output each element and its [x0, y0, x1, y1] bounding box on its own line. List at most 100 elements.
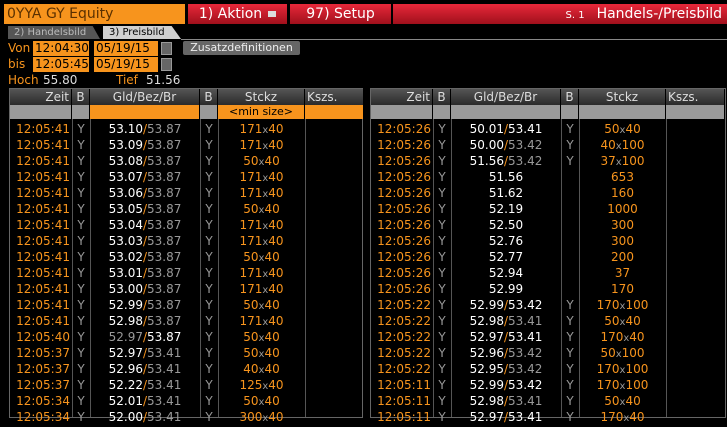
aktion-button[interactable]: 1) Aktion — [188, 4, 287, 24]
table-row[interactable]: 12:05:41 Y 53.03/53.87 Y 171x40 — [10, 233, 362, 249]
time-cell: 12:05:26 — [377, 122, 431, 136]
von-date-input[interactable]: 05/19/15 — [94, 41, 158, 56]
column-header-gld[interactable]: Gld/Bez/Br — [90, 89, 200, 105]
filter-gld[interactable] — [90, 105, 200, 119]
column-header-b[interactable]: B — [433, 89, 451, 105]
table-row[interactable]: 12:05:41 Y 53.05/53.87 Y 50x40 — [10, 201, 362, 217]
size-ask: 40 — [264, 330, 280, 344]
table-row[interactable]: 12:05:41 Y 53.00/53.87 Y 171x40 — [10, 281, 362, 297]
bid-price: 53.06 — [108, 186, 143, 200]
price-cell: 52.97/53.41 — [451, 329, 561, 345]
b-cell: Y — [438, 154, 446, 168]
filter-stckz[interactable]: <min size> — [218, 105, 305, 119]
filter-zeit[interactable] — [10, 105, 72, 119]
bid-price: 52.99 — [108, 298, 143, 312]
bid-price: 53.05 — [108, 202, 143, 216]
bis-time-input[interactable]: 12:05:45 — [33, 57, 89, 72]
size-bid: 50 — [243, 154, 259, 168]
table-row[interactable]: 12:05:26 Y 52.77 200 — [371, 249, 725, 265]
table-row[interactable]: 12:05:37 Y 52.22/53.41 Y 125x40 — [10, 377, 362, 393]
von-time-input[interactable]: 12:04:30 — [33, 41, 89, 56]
table-row[interactable]: 12:05:26 Y 52.50 300 — [371, 217, 725, 233]
zusatzdefinitionen-button[interactable]: Zusatzdefinitionen — [183, 41, 300, 55]
table-row[interactable]: 12:05:41 Y 53.10/53.87 Y 171x40 — [10, 121, 362, 137]
filter-b2[interactable] — [561, 105, 579, 119]
table-row[interactable]: 12:05:26 Y 52.94 37 — [371, 265, 725, 281]
table-row[interactable]: 12:05:34 Y 52.01/53.41 Y 50x40 — [10, 393, 362, 409]
tab-handelsbild[interactable]: 2) Handelsbild — [8, 26, 100, 39]
column-header-b2[interactable]: B — [561, 89, 579, 105]
b-cell: Y — [77, 250, 85, 264]
calendar-icon[interactable] — [161, 58, 172, 71]
filter-b2[interactable] — [200, 105, 218, 119]
trade-price: 52.50 — [488, 218, 524, 232]
b2-cell: Y — [205, 282, 213, 296]
size-bid: 653 — [611, 170, 634, 184]
table-row[interactable]: 12:05:41 Y 53.07/53.87 Y 171x40 — [10, 169, 362, 185]
table-row[interactable]: 12:05:22 Y 52.95/53.42 Y 170x100 — [371, 361, 725, 377]
table-row[interactable]: 12:05:26 Y 51.62 160 — [371, 185, 725, 201]
table-row[interactable]: 12:05:26 Y 50.01/53.41 Y 50x40 — [371, 121, 725, 137]
time-cell: 12:05:41 — [16, 186, 70, 200]
table-row[interactable]: 12:05:34 Y 52.00/53.41 Y 300x40 — [10, 409, 362, 425]
column-header-b2[interactable]: B — [200, 89, 218, 105]
table-row[interactable]: 12:05:26 Y 52.19 1000 — [371, 201, 725, 217]
bis-date-input[interactable]: 05/19/15 — [94, 57, 158, 72]
table-row[interactable]: 12:05:26 Y 50.00/53.42 Y 40x100 — [371, 137, 725, 153]
table-row[interactable]: 12:05:11 Y 52.98/53.41 Y 50x40 — [371, 393, 725, 409]
table-row[interactable]: 12:05:22 Y 52.98/53.41 Y 50x40 — [371, 313, 725, 329]
column-header-zeit[interactable]: Zeit — [10, 89, 72, 105]
time-cell: 12:05:22 — [377, 314, 431, 328]
bid-price: 53.09 — [108, 138, 143, 152]
column-header-stckz[interactable]: Stckz — [579, 89, 666, 105]
table-row[interactable]: 12:05:41 Y 53.01/53.87 Y 171x40 — [10, 265, 362, 281]
table-row[interactable]: 12:05:41 Y 52.99/53.87 Y 50x40 — [10, 297, 362, 313]
table-row[interactable]: 12:05:26 Y 51.56/53.42 Y 37x100 — [371, 153, 725, 169]
setup-button[interactable]: 97) Setup — [290, 4, 391, 24]
b-cell: Y — [77, 298, 85, 312]
filter-gld[interactable] — [451, 105, 561, 119]
filter-b[interactable] — [433, 105, 451, 119]
filter-kszs[interactable] — [305, 105, 364, 119]
column-header-kszs[interactable]: Kszs. — [666, 89, 725, 105]
column-header-stckz[interactable]: Stckz — [218, 89, 305, 105]
table-row[interactable]: 12:05:26 Y 52.99 170 — [371, 281, 725, 297]
table-row[interactable]: 12:05:40 Y 52.97/53.87 Y 50x40 — [10, 329, 362, 345]
time-cell: 12:05:22 — [377, 362, 431, 376]
ask-price: 53.41 — [147, 394, 182, 408]
table-row[interactable]: 12:05:22 Y 52.96/53.42 Y 50x100 — [371, 345, 725, 361]
table-row[interactable]: 12:05:26 Y 52.76 300 — [371, 233, 725, 249]
table-row[interactable]: 12:05:41 Y 53.09/53.87 Y 171x40 — [10, 137, 362, 153]
b2-cell: Y — [566, 330, 574, 344]
time-cell: 12:05:41 — [16, 218, 70, 232]
price-cell: 53.03/53.87 — [90, 233, 200, 249]
column-header-kszs[interactable]: Kszs. — [305, 89, 364, 105]
filter-zeit[interactable] — [371, 105, 433, 119]
column-header-zeit[interactable]: Zeit — [371, 89, 433, 105]
ticker-input[interactable]: 0YYA GY Equity — [4, 4, 185, 24]
hoch-value: 55.80 — [43, 73, 78, 87]
table-row[interactable]: 12:05:41 Y 52.98/53.87 Y 171x40 — [10, 313, 362, 329]
tab-preisbild[interactable]: 3) Preisbild — [103, 26, 181, 39]
filter-b[interactable] — [72, 105, 90, 119]
b2-cell: Y — [566, 362, 574, 376]
table-row[interactable]: 12:05:22 Y 52.97/53.41 Y 170x40 — [371, 329, 725, 345]
table-row[interactable]: 12:05:11 Y 52.97/53.41 Y 170x40 — [371, 409, 725, 425]
table-row[interactable]: 12:05:41 Y 53.06/53.87 Y 171x40 — [10, 185, 362, 201]
column-header-b[interactable]: B — [72, 89, 90, 105]
table-row[interactable]: 12:05:41 Y 53.08/53.87 Y 50x40 — [10, 153, 362, 169]
filter-kszs[interactable] — [666, 105, 725, 119]
trade-price: 52.76 — [488, 234, 524, 248]
table-row[interactable]: 12:05:37 Y 52.96/53.41 Y 40x40 — [10, 361, 362, 377]
table-row[interactable]: 12:05:22 Y 52.99/53.42 Y 170x100 — [371, 297, 725, 313]
table-row[interactable]: 12:05:41 Y 53.04/53.87 Y 171x40 — [10, 217, 362, 233]
calendar-icon[interactable] — [161, 42, 172, 55]
table-row[interactable]: 12:05:26 Y 51.56 653 — [371, 169, 725, 185]
column-header-gld[interactable]: Gld/Bez/Br — [451, 89, 561, 105]
bid-price: 52.22 — [108, 378, 143, 392]
table-row[interactable]: 12:05:37 Y 52.97/53.41 Y 50x40 — [10, 345, 362, 361]
filter-stckz[interactable] — [579, 105, 666, 119]
table-row[interactable]: 12:05:11 Y 52.99/53.42 Y 170x100 — [371, 377, 725, 393]
b2-cell: Y — [205, 218, 213, 232]
table-row[interactable]: 12:05:41 Y 53.02/53.87 Y 50x40 — [10, 249, 362, 265]
